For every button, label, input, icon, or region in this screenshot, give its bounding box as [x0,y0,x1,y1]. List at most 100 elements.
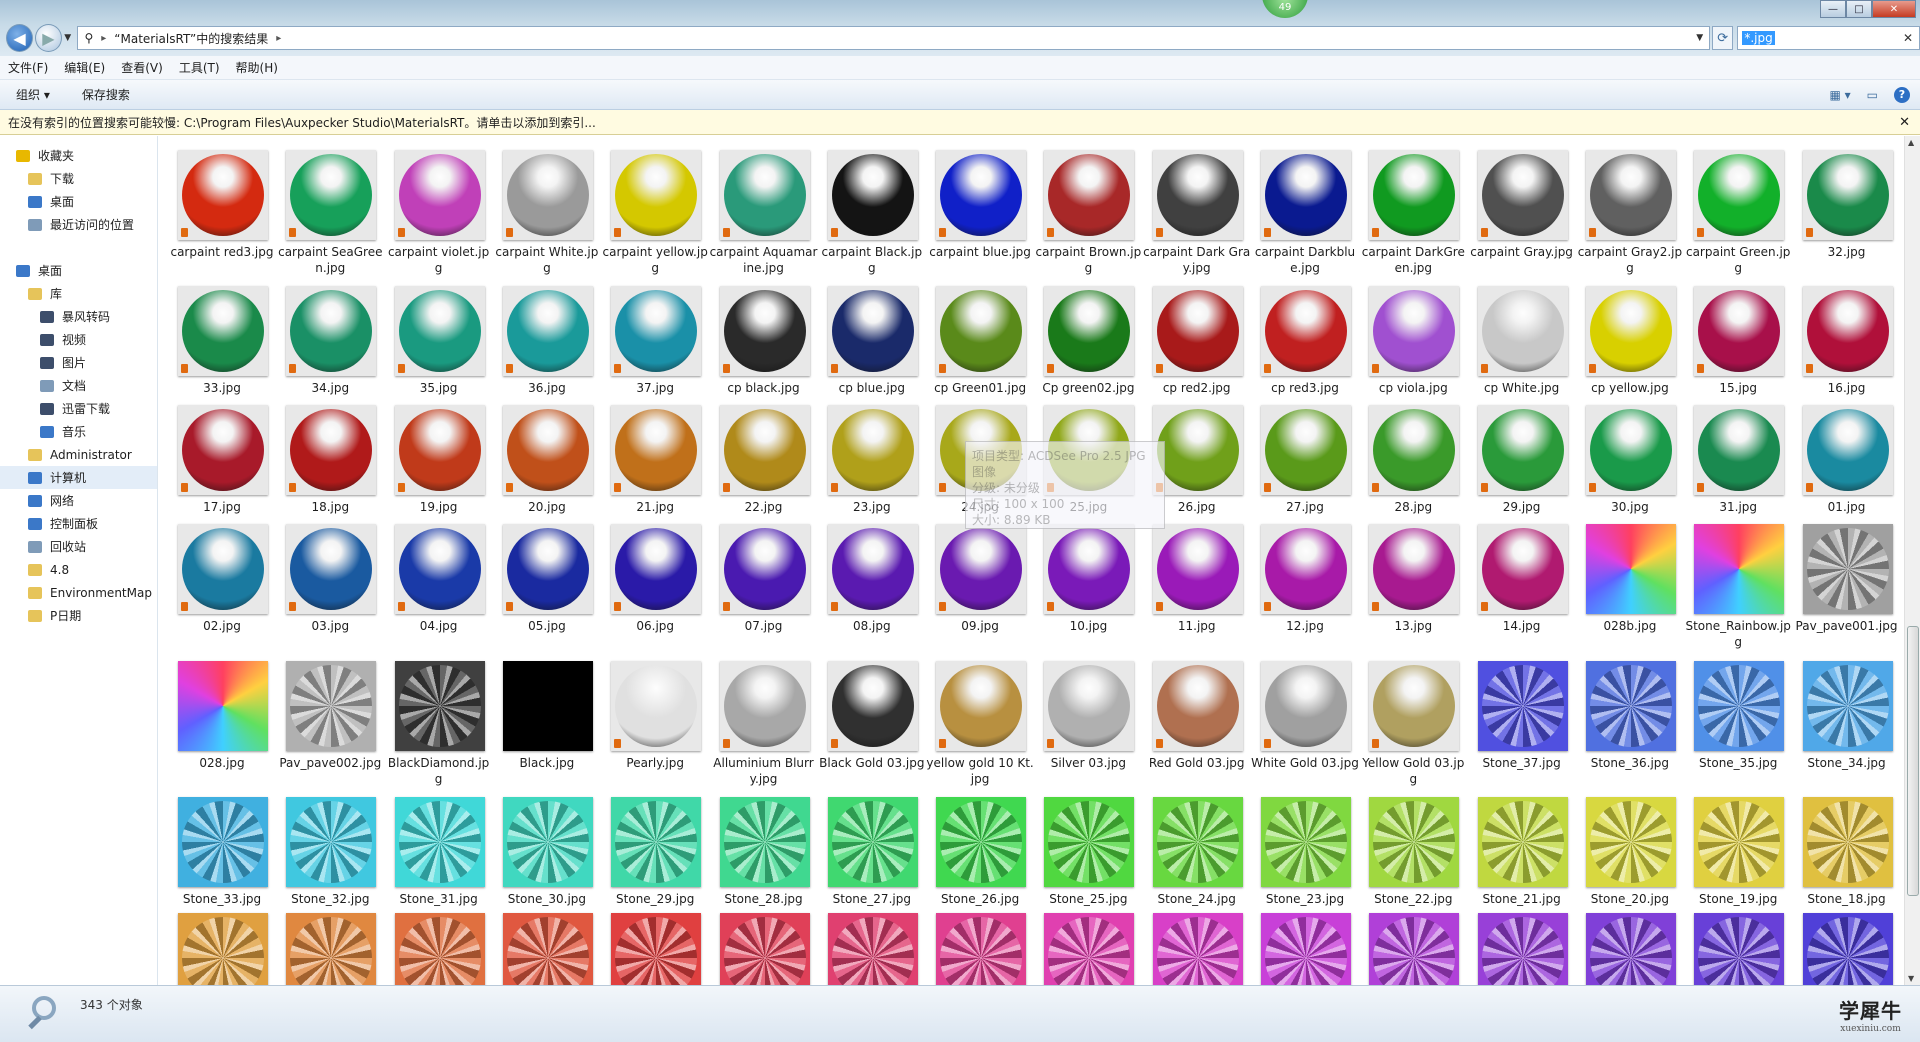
file-item[interactable]: 028b.jpg [1576,524,1684,654]
file-item[interactable]: 31.jpg [1684,405,1792,535]
file-item[interactable]: 09.jpg [926,524,1034,654]
file-item[interactable]: 01.jpg [1793,405,1901,535]
address-dropdown-icon[interactable]: ▼ [1696,33,1703,43]
sidebar-item[interactable]: 控制面板 [0,512,157,535]
file-item[interactable]: 14.jpg [1468,524,1576,654]
sidebar-item[interactable]: 下载 [0,167,157,190]
file-item[interactable]: carpaint White.jpg [493,150,601,280]
file-item[interactable]: 08.jpg [818,524,926,654]
back-button[interactable]: ◀ [6,24,33,52]
file-item[interactable] [1468,913,1576,985]
file-item[interactable]: Alluminium Blurry.jpg [710,661,818,791]
close-button[interactable]: ✕ [1872,0,1916,18]
sidebar-item[interactable]: 音乐 [0,420,157,443]
file-item[interactable]: Pav_pave002.jpg [276,661,384,791]
file-item[interactable]: 13.jpg [1359,524,1467,654]
menu-file[interactable]: 文件(F) [8,59,48,76]
file-item[interactable]: Stone_34.jpg [1793,661,1901,791]
file-item[interactable]: Black Gold 03.jpg [818,661,926,791]
sidebar-item[interactable]: 迅雷下载 [0,397,157,420]
file-item[interactable]: carpaint Gray2.jpg [1576,150,1684,280]
file-item[interactable]: 32.jpg [1793,150,1901,280]
breadcrumb-search-results[interactable]: “MaterialsRT”中的搜索结果 [114,30,268,47]
file-item[interactable]: Stone_30.jpg [493,797,601,927]
file-item[interactable] [710,913,818,985]
menu-edit[interactable]: 编辑(E) [64,59,105,76]
sidebar-item[interactable]: 文档 [0,374,157,397]
file-item[interactable]: Stone_37.jpg [1468,661,1576,791]
file-item[interactable] [1576,913,1684,985]
clear-search-icon[interactable]: ✕ [1903,31,1913,45]
file-item[interactable]: yellow gold 10 Kt.jpg [926,661,1034,791]
file-item[interactable]: Stone_19.jpg [1684,797,1792,927]
file-item[interactable]: Stone_20.jpg [1576,797,1684,927]
file-item[interactable] [926,913,1034,985]
file-item[interactable]: Yellow Gold 03.jpg [1359,661,1467,791]
file-item[interactable]: 17.jpg [168,405,276,535]
sidebar-item[interactable]: 计算机 [0,466,157,489]
file-item[interactable]: carpaint Black.jpg [818,150,926,280]
file-item[interactable]: carpaint red3.jpg [168,150,276,280]
sidebar-item[interactable]: 回收站 [0,535,157,558]
sidebar-item[interactable]: 桌面 [0,190,157,213]
search-input[interactable]: *.jpg ✕ [1737,26,1920,50]
file-item[interactable]: 18.jpg [276,405,384,535]
vertical-scrollbar[interactable]: ▲ ▼ [1904,136,1920,985]
file-item[interactable]: carpaint Darkblue.jpg [1251,150,1359,280]
file-item[interactable]: Stone_32.jpg [276,797,384,927]
file-item[interactable] [1251,913,1359,985]
file-item[interactable]: Stone_Rainbow.jpg [1684,524,1792,654]
file-item[interactable]: Stone_28.jpg [710,797,818,927]
file-item[interactable] [1793,913,1901,985]
file-item[interactable]: carpaint Gray.jpg [1468,150,1576,280]
file-item[interactable]: 19.jpg [385,405,493,535]
file-item[interactable]: Stone_26.jpg [926,797,1034,927]
file-item[interactable] [1034,913,1142,985]
file-item[interactable]: carpaint blue.jpg [926,150,1034,280]
file-item[interactable]: Stone_24.jpg [1143,797,1251,927]
file-item[interactable]: carpaint DarkGreen.jpg [1359,150,1467,280]
search-query[interactable]: *.jpg [1742,31,1775,45]
file-item[interactable]: 15.jpg [1684,286,1792,416]
sidebar-item[interactable]: 网络 [0,489,157,512]
info-bar-close-icon[interactable]: ✕ [1899,115,1910,130]
file-item[interactable] [601,913,709,985]
preview-pane-icon[interactable]: ▭ [1867,88,1878,102]
file-item[interactable]: carpaint Aquamarine.jpg [710,150,818,280]
file-item[interactable]: Stone_25.jpg [1034,797,1142,927]
sidebar-item[interactable]: 视频 [0,328,157,351]
file-item[interactable]: 36.jpg [493,286,601,416]
file-item[interactable]: 07.jpg [710,524,818,654]
file-item[interactable]: Stone_23.jpg [1251,797,1359,927]
refresh-button[interactable]: ⟳ [1712,26,1734,50]
file-item[interactable] [168,913,276,985]
address-bar[interactable]: ⚲ ▸ “MaterialsRT”中的搜索结果 ▸ ▼ [77,26,1711,50]
minimize-button[interactable]: — [1820,0,1846,18]
file-item[interactable]: carpaint violet.jpg [385,150,493,280]
file-item[interactable] [493,913,601,985]
file-item[interactable]: Red Gold 03.jpg [1143,661,1251,791]
sidebar-item[interactable]: 库 [0,282,157,305]
breadcrumb-chevron-icon[interactable]: ▸ [276,33,281,44]
sidebar-item[interactable]: 暴风转码 [0,305,157,328]
file-item[interactable]: 33.jpg [168,286,276,416]
file-item[interactable]: 34.jpg [276,286,384,416]
file-item[interactable]: 10.jpg [1034,524,1142,654]
file-item[interactable]: Stone_22.jpg [1359,797,1467,927]
file-item[interactable]: Stone_36.jpg [1576,661,1684,791]
breadcrumb-chevron-icon[interactable]: ▸ [101,33,106,44]
file-item[interactable]: Cp green02.jpg [1034,286,1142,416]
file-item[interactable]: 30.jpg [1576,405,1684,535]
file-item[interactable]: 20.jpg [493,405,601,535]
file-item[interactable]: Stone_31.jpg [385,797,493,927]
scrollbar-thumb[interactable] [1907,626,1919,896]
file-item[interactable]: cp red2.jpg [1143,286,1251,416]
file-item[interactable]: 35.jpg [385,286,493,416]
file-item[interactable]: 03.jpg [276,524,384,654]
menu-help[interactable]: 帮助(H) [236,59,278,76]
file-item[interactable]: Silver 03.jpg [1034,661,1142,791]
file-item[interactable]: 28.jpg [1359,405,1467,535]
file-item[interactable]: carpaint Brown.jpg [1034,150,1142,280]
file-item[interactable]: carpaint yellow.jpg [601,150,709,280]
file-item[interactable]: 05.jpg [493,524,601,654]
